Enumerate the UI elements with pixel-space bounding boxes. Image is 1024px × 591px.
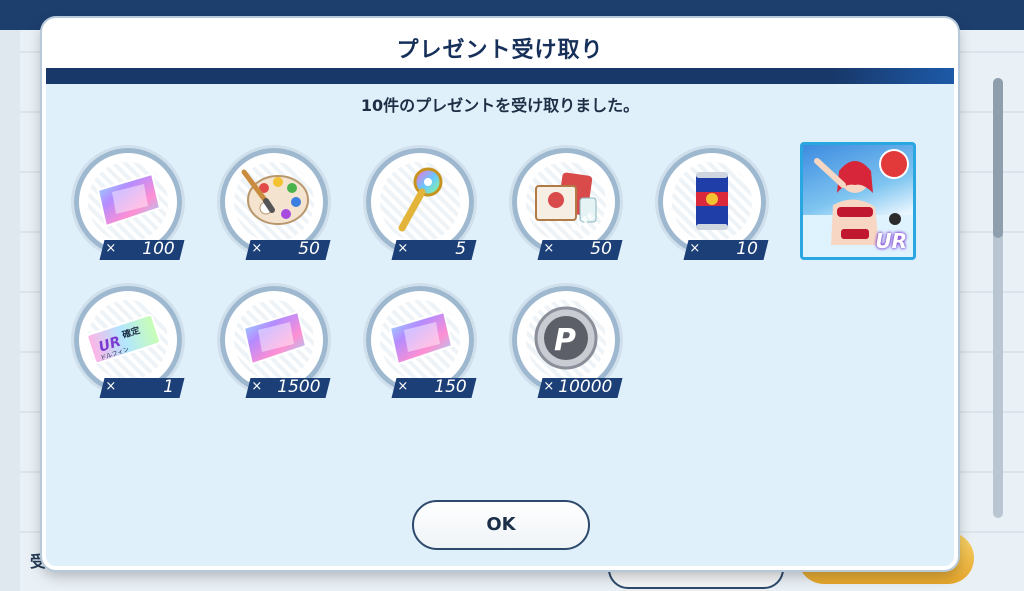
reward-item: × 50 — [216, 146, 331, 260]
drink-can-icon — [696, 172, 728, 230]
attribute-badge-icon — [879, 149, 909, 179]
item-count-tag: × 1500 — [245, 377, 331, 398]
item-count-tag: × 1 — [99, 377, 185, 398]
item-count: 100 — [141, 239, 175, 259]
rainbow-gem-icon — [388, 310, 454, 366]
reward-item: P × 10000 — [508, 284, 623, 398]
item-count: 50 — [590, 239, 613, 259]
item-count: 150 — [433, 377, 467, 397]
item-count: 10000 — [558, 377, 613, 397]
svg-text:P: P — [554, 323, 576, 358]
item-count-tag: × 50 — [245, 239, 331, 260]
modal-title: プレゼント受け取り — [396, 38, 604, 63]
rainbow-key-icon — [398, 167, 443, 232]
reward-item: × 5 — [362, 146, 477, 260]
ur-character-card: UR — [800, 142, 916, 260]
reward-item: × 150 — [362, 284, 477, 398]
reward-item: UR 確定 ドルフィン × 1 — [70, 284, 185, 398]
background-scrollbar-thumb[interactable] — [993, 78, 1003, 238]
item-count: 1 — [163, 377, 175, 397]
item-count-tag: × 50 — [537, 239, 623, 260]
item-count-tag: × 5 — [391, 239, 477, 260]
item-count-tag: × 100 — [99, 239, 185, 260]
reward-item: CAFE × 50 — [508, 146, 623, 260]
cafe-cards-icon: CAFE — [535, 172, 597, 234]
item-count-tag: × 10000 — [537, 377, 623, 398]
reward-item: × 100 — [70, 146, 185, 260]
modal-header: プレゼント受け取り — [46, 22, 954, 68]
reward-item: × 1500 — [216, 284, 331, 398]
item-count: 50 — [298, 239, 321, 259]
modal-header-band — [46, 68, 954, 84]
reward-item: × 10 — [654, 146, 769, 260]
ur-dolphin-ticket-icon: UR 確定 ドルフィン — [86, 314, 161, 365]
item-count: 10 — [736, 239, 759, 259]
item-count-tag: × 150 — [391, 377, 477, 398]
rainbow-gem-icon — [242, 310, 308, 366]
card-rank-label: UR — [875, 229, 907, 253]
ok-button[interactable]: OK — [412, 500, 590, 550]
item-count: 5 — [455, 239, 467, 259]
paint-palette-icon — [241, 169, 309, 225]
item-count-tag: × 10 — [683, 239, 769, 260]
modal-message: 10件のプレゼントを受け取りました。 — [360, 96, 640, 115]
rainbow-gem-icon — [96, 172, 162, 228]
p-coin-icon: P — [534, 306, 598, 370]
item-count: 1500 — [276, 377, 321, 397]
